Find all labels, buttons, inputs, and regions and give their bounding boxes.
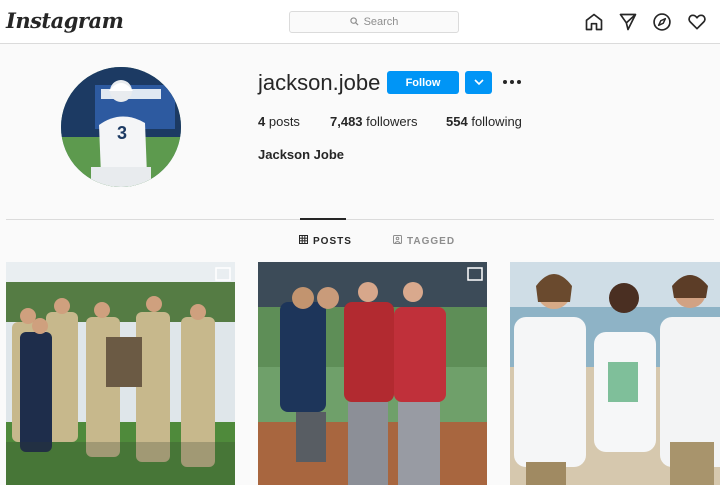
following-count: 554: [446, 114, 468, 129]
posts-count: 4: [258, 114, 266, 129]
tab-posts[interactable]: POSTS: [299, 235, 352, 247]
tab-tagged[interactable]: TAGGED: [393, 235, 455, 247]
top-nav-bar: Instagram Search: [0, 0, 720, 44]
followers-count: 7,483: [330, 114, 363, 129]
avatar-jersey-number: 3: [117, 123, 127, 143]
profile-avatar[interactable]: 3: [61, 67, 181, 187]
tab-tagged-label: TAGGED: [407, 235, 456, 247]
tab-posts-label: POSTS: [313, 235, 352, 247]
suggested-dropdown-button[interactable]: [465, 71, 492, 94]
chevron-down-icon: [473, 79, 484, 86]
profile-username: jackson.jobe: [258, 70, 381, 95]
grid-icon: [299, 235, 308, 247]
search-icon: [349, 13, 359, 31]
active-tab-indicator: [300, 218, 346, 220]
search-box[interactable]: Search: [289, 11, 459, 33]
profile-full-name: Jackson Jobe: [258, 147, 344, 162]
more-options-icon[interactable]: [502, 73, 522, 91]
followers-stat[interactable]: 7,483 followers: [330, 114, 417, 129]
tabs-divider: [6, 219, 714, 220]
post-thumbnail-1[interactable]: [6, 262, 235, 485]
post-thumbnail-3[interactable]: [510, 262, 720, 485]
following-stat[interactable]: 554 following: [446, 114, 522, 129]
search-placeholder: Search: [363, 16, 399, 28]
posts-label: posts: [268, 114, 300, 129]
explore-compass-icon[interactable]: [651, 11, 673, 33]
home-icon[interactable]: [583, 11, 605, 33]
follow-button[interactable]: Follow: [387, 71, 459, 94]
activity-heart-icon[interactable]: [686, 11, 708, 33]
followers-label: followers: [366, 114, 418, 129]
post-thumbnail-2[interactable]: [258, 262, 487, 485]
following-label: following: [471, 114, 522, 129]
instagram-logo[interactable]: Instagram: [6, 8, 124, 33]
direct-send-icon[interactable]: [617, 11, 639, 33]
posts-count-stat: 4 posts: [258, 114, 300, 129]
tagged-icon: [393, 235, 402, 247]
